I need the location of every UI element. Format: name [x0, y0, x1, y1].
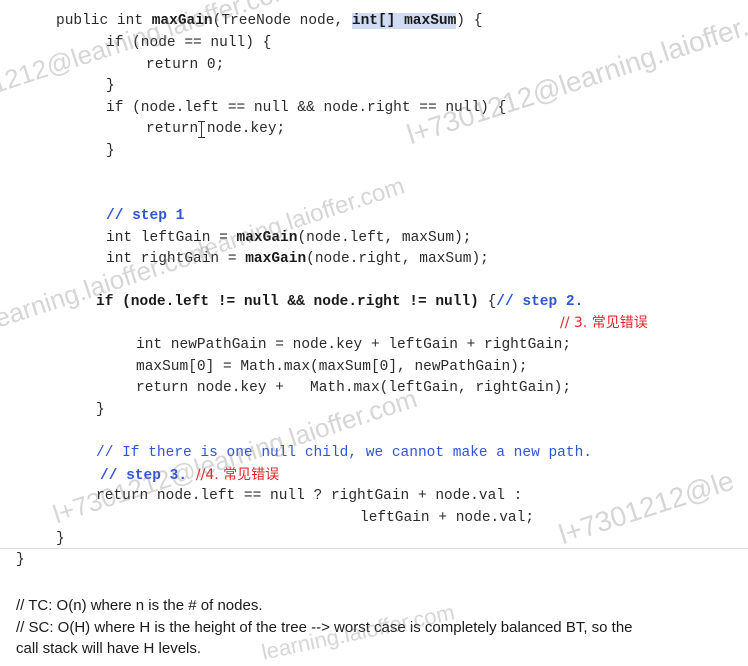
- sig-pre: public int: [56, 13, 152, 29]
- note-3-common-error: // 3. 常见错误: [560, 315, 648, 331]
- return-max-line: return node.key + Math.max(leftGain, rig…: [136, 380, 572, 396]
- right-gain-line: int rightGain = maxGain(node.right, maxS…: [106, 250, 489, 268]
- sc-note-line1: // SC: O(H) where H is the height of the…: [16, 619, 633, 636]
- return-zero-line: return 0;: [146, 57, 225, 73]
- selected-param[interactable]: int[] maxSum: [351, 13, 457, 29]
- method-signature: public int maxGain(TreeNode node, int[] …: [56, 12, 482, 30]
- sig-mid: (TreeNode node,: [212, 13, 352, 29]
- max-sum-line: maxSum[0] = Math.max(maxSum[0], newPathG…: [136, 359, 528, 375]
- step3-comment: // step 3.: [100, 468, 188, 484]
- outer-close-brace: }: [16, 552, 25, 568]
- if-null-line: if (node == null) {: [106, 35, 272, 51]
- new-path-line: int newPathGain = node.key + leftGain + …: [136, 337, 572, 353]
- left-gain-pre: int leftGain =: [106, 230, 237, 246]
- text-cursor-icon: [198, 120, 206, 140]
- sig-post: ) {: [456, 13, 483, 29]
- sc-note-line2: call stack will have H levels.: [16, 640, 202, 657]
- left-gain-args: (node.left, maxSum);: [297, 230, 472, 246]
- panel-divider: [0, 548, 748, 549]
- right-gain-pre: int rightGain =: [106, 251, 246, 267]
- step3-line: // step 3. //4. 常见错误: [100, 466, 279, 484]
- code-editor[interactable]: public int maxGain(TreeNode node, int[] …: [0, 0, 748, 550]
- return-key-line: return node.key;: [146, 121, 286, 137]
- watermark-text: l+7301212@le: [555, 464, 738, 551]
- return-one-line-b: leftGain + node.val;: [360, 510, 535, 526]
- left-gain-fn: maxGain: [236, 230, 298, 246]
- step1-comment: // step 1: [106, 208, 185, 224]
- if-leaf-line: if (node.left == null && node.right == n…: [106, 100, 507, 116]
- close-brace-2: }: [106, 143, 115, 159]
- close-brace-1: }: [106, 78, 115, 94]
- right-gain-args: (node.right, maxSum);: [306, 251, 489, 267]
- note-4-common-error: //4. 常见错误: [187, 467, 280, 483]
- left-gain-line: int leftGain = maxGain(node.left, maxSum…: [106, 229, 471, 247]
- return-one-line-a: return node.left == null ? rightGain + n…: [96, 488, 523, 504]
- step2-comment: // step 2.: [496, 294, 584, 310]
- sig-fn-name: maxGain: [151, 13, 213, 29]
- right-gain-fn: maxGain: [245, 251, 307, 267]
- if-both-brace: {: [478, 294, 497, 310]
- if-both-cond: if (node.left != null && node.right != n…: [96, 294, 479, 310]
- tc-note: // TC: O(n) where n is the # of nodes.: [16, 597, 263, 614]
- if-both-line: if (node.left != null && node.right != n…: [96, 293, 583, 311]
- close-brace-3: }: [96, 402, 105, 418]
- close-brace-method: }: [56, 531, 65, 547]
- one-null-comment: // If there is one null child, we cannot…: [96, 445, 592, 461]
